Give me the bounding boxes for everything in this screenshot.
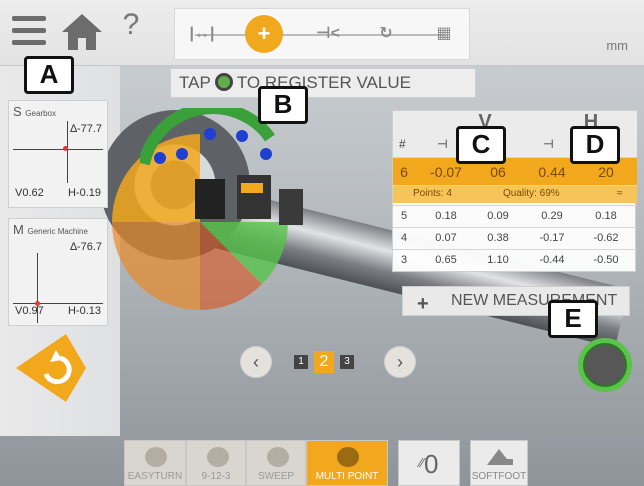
prev-page-button[interactable]: ‹ — [240, 346, 272, 378]
next-page-button[interactable]: › — [384, 346, 416, 378]
readout-v: V0.97 — [15, 305, 44, 317]
mode-9-12-3[interactable]: 9-12-3 — [186, 440, 246, 486]
home-icon[interactable] — [60, 12, 104, 52]
multipoint-icon — [337, 447, 359, 467]
readout-prefix: S — [13, 104, 22, 119]
readout-prefix: M — [13, 222, 24, 237]
tap-instruction: TAP TO REGISTER VALUE — [170, 68, 476, 98]
page-2[interactable]: 2 — [314, 351, 334, 373]
mode-sweep[interactable]: SWEEP — [246, 440, 306, 486]
page-3[interactable]: 3 — [340, 355, 354, 369]
readout-h: H-0.19 — [67, 187, 101, 199]
point-marker — [176, 148, 188, 160]
callout-b: B — [258, 86, 308, 124]
readout-machine-name: Gearbox — [25, 109, 56, 118]
step-dimensions-icon[interactable]: |↔| — [187, 21, 217, 47]
laser-sensor — [195, 175, 303, 225]
measurement-counter[interactable]: ⁄⁄0 — [398, 440, 460, 486]
readout-v: V0.62 — [15, 187, 44, 199]
mode-bar: EASYTURN 9-12-3 SWEEP MULTI POINT ⁄⁄0 SO… — [124, 440, 532, 486]
mode-multi-point[interactable]: MULTI POINT — [306, 440, 388, 486]
step-results-icon[interactable]: ⊣< — [313, 21, 343, 47]
page-1[interactable]: 1 — [294, 355, 308, 369]
undo-icon[interactable] — [16, 330, 86, 406]
readout-machine-name: Generic Machine — [27, 227, 88, 236]
position-dot — [63, 146, 68, 151]
offset-icon: ⊣ — [543, 137, 554, 151]
easyturn-icon — [145, 447, 167, 467]
step-correct-icon[interactable]: ↻ — [371, 21, 401, 47]
readout-angle: ∆-76.7 — [70, 241, 102, 253]
point-marker — [204, 128, 216, 140]
tap-text: TAP — [179, 73, 211, 92]
table-row[interactable]: 4 0.07 0.38 -0.17 -0.62 — [393, 227, 637, 249]
readout-stationary[interactable]: S Gearbox ∆-77.7 V0.62 H-0.19 — [8, 100, 108, 208]
readout-h: H-0.13 — [67, 305, 101, 317]
table-summary: Points: 4 Quality: 69% ≈ — [393, 185, 637, 203]
callout-e: E — [548, 300, 598, 338]
callout-a: A — [24, 56, 74, 94]
step-measure-button[interactable]: + — [245, 15, 283, 53]
point-marker — [236, 130, 248, 142]
readout-angle: ∆-77.7 — [70, 123, 102, 135]
menu-icon[interactable] — [12, 16, 46, 46]
softfoot-button[interactable]: SOFTFOOT — [470, 440, 528, 486]
step-navigator: |↔| + ⊣< ↻ ▦ — [174, 8, 470, 60]
plus-icon: + — [417, 293, 429, 315]
sweep-icon — [267, 447, 289, 467]
step-report-icon[interactable]: ▦ — [429, 21, 459, 47]
point-marker — [154, 152, 166, 164]
clock-icon — [207, 447, 229, 467]
register-dot-icon — [214, 73, 233, 91]
top-toolbar: ? |↔| + ⊣< ↻ ▦ mm — [0, 0, 644, 66]
softfoot-icon — [487, 449, 513, 465]
table-row[interactable]: 5 0.18 0.09 0.29 0.18 — [393, 205, 637, 227]
crosshair-icon: + — [257, 21, 271, 46]
help-icon[interactable]: ? — [118, 8, 144, 52]
table-row[interactable]: 3 0.65 1.10 -0.44 -0.50 — [393, 249, 637, 271]
unit-label: mm — [606, 38, 628, 53]
register-button[interactable] — [578, 338, 632, 392]
mode-easyturn[interactable]: EASYTURN — [124, 440, 186, 486]
wave-icon: ≈ — [617, 188, 623, 199]
readout-movable[interactable]: M Generic Machine ∆-76.7 V0.97 H-0.13 — [8, 218, 108, 326]
callout-d: D — [570, 126, 620, 164]
offset-icon: ⊣ — [437, 137, 448, 151]
callout-c: C — [456, 126, 506, 164]
point-marker — [260, 148, 272, 160]
column-index: # — [399, 137, 406, 151]
